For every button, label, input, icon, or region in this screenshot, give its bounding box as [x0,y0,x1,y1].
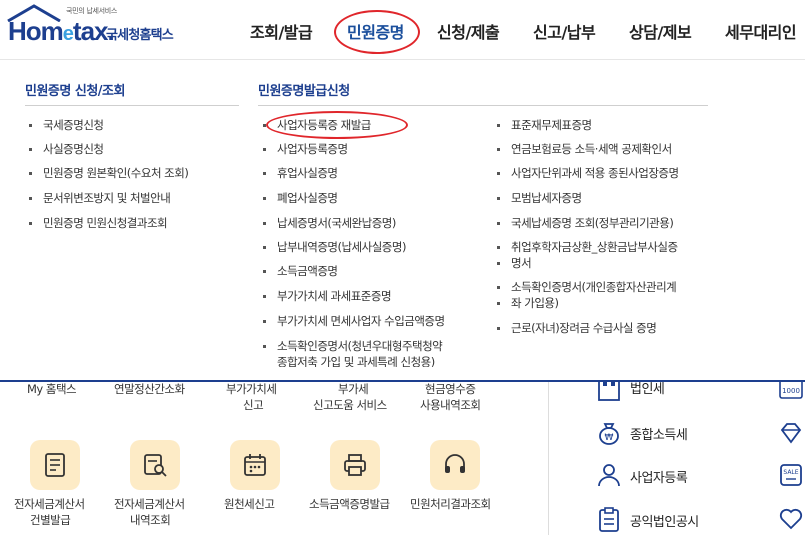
logo-tagline: 국민의 납세서비스 [66,7,118,15]
menu-item[interactable]: 문서위변조방지 및 처벌안내 [28,190,171,206]
right-link-public-corp[interactable]: 공익법인공시 [630,511,699,530]
building-icon [598,382,620,401]
menu-item-continuation[interactable]: 좌 가입용) [496,295,559,311]
svg-text:₩: ₩ [605,433,614,443]
shortcut-cash-receipt[interactable]: 현금영수증 [425,382,476,397]
menu-item[interactable]: 모범납세자증명 [497,190,582,206]
menu-item-continuation[interactable]: 명서 [496,255,532,271]
menu-item[interactable]: 사실증명신청 [28,141,104,157]
menu-item[interactable]: 부가가치세 과세표준증명 [262,288,392,304]
menu-item[interactable]: 납부내역증명(납세사실증명) [263,239,406,255]
menu-item[interactable]: 휴업사실증명 [262,165,338,181]
menu-item[interactable]: 국세납세증명 조회(정부관리기관용) [496,215,674,231]
col1-divider [25,105,239,106]
shortcut-vat-help-line2[interactable]: 신고도움 서비스 [313,398,387,413]
menu-item[interactable]: 민원증명 민원신청결과조회 [28,215,168,231]
right-link-biz-registration[interactable]: 사업자등록 [630,467,688,486]
mega-menu-panel: 민원증명 신청/조회 국세증명신청 사실증명신청 민원증명 원본확인(수요처 조… [0,60,805,380]
menu-item[interactable]: 근로(자녀)장려금 수급사실 증명 [496,320,657,336]
gnb-apply-submit[interactable]: 신청/제출 [437,19,500,43]
menu-item[interactable]: 취업후학자금상환_상환금납부사실증 [497,239,678,255]
quick-label[interactable]: 민원처리결과조회 [410,497,491,512]
menu-item[interactable]: 민원증명 원본확인(수요처 조회) [28,165,189,181]
person-icon [598,464,620,487]
site-header: 국민의 납세서비스 Hometax. 국세청홈택스 조회/발급 민원증명 신청/… [0,0,805,60]
gnb-report-pay[interactable]: 신고/납부 [533,19,596,43]
heart-icon [779,508,803,530]
quick-label-line2[interactable]: 내역조회 [130,513,171,528]
menu-item[interactable]: 소득금액증명 [262,263,338,279]
shortcut-cash-receipt-line2[interactable]: 사용내역조회 [420,398,481,413]
quick-label[interactable]: 전자세금계산서 [14,497,85,512]
printer-icon[interactable] [330,440,380,490]
invoice-icon[interactable] [30,440,80,490]
menu-item[interactable]: 납세증명서(국세완납증명) [263,215,396,231]
invoice-search-icon[interactable] [130,440,180,490]
right-link-corp-tax[interactable]: 법인세 [630,382,665,397]
right-link-income-tax[interactable]: 종합소득세 [630,424,688,443]
col2-title: 민원증명발급신청 [258,84,350,99]
diamond-icon [780,423,802,444]
headset-icon[interactable] [430,440,480,490]
svg-text:SALE: SALE [783,469,798,476]
menu-item[interactable]: 소득확인증명서(청년우대형주택청약 [262,338,443,354]
menu-item[interactable]: 부가가치세 면세사업자 수입금액증명 [263,313,445,329]
quick-label-line2[interactable]: 건별발급 [30,513,71,528]
shortcut-year-end[interactable]: 연말정산간소화 [114,382,185,397]
shortcut-vat-line2[interactable]: 신고 [243,398,264,413]
sale-tag-icon: SALE [780,464,802,486]
shortcut-vat-help[interactable]: 부가세 [338,382,369,397]
highlight-circle-item [266,111,408,139]
menu-item[interactable]: 소득확인증명서(개인종합자산관리계 [496,279,677,295]
quick-label[interactable]: 전자세금계산서 [114,497,185,512]
quick-label[interactable]: 소득금액증명발급 [309,497,390,512]
menu-item[interactable]: 국세증명신청 [28,117,104,133]
menu-item[interactable]: 사업자등록증명 [263,141,348,157]
menu-item[interactable]: 사업자단위과세 적용 종된사업장증명 [497,165,679,181]
clipboard-icon [599,507,619,532]
svg-text:1000: 1000 [782,387,800,395]
menu-item[interactable]: 폐업사실증명 [262,190,338,206]
hometax-logo[interactable]: 국민의 납세서비스 Hometax. 국세청홈택스 [6,4,191,50]
shortcut-my-hometax[interactable]: My 홈택스 [27,382,77,397]
col1-title: 민원증명 신청/조회 [25,84,125,99]
gnb-inquiry-issue[interactable]: 조회/발급 [250,19,313,43]
column-separator [548,382,549,535]
menu-item[interactable]: 연금보험료등 소득·세액 공제확인서 [497,141,672,157]
logo-brand: Hometax. [8,16,115,46]
col2-divider [258,105,708,106]
receipt-1000-icon: 1000 [779,382,803,399]
calendar-icon[interactable] [230,440,280,490]
main-content-background: My 홈택스 연말정산간소화 부가가치세 신고 부가세 신고도움 서비스 현금영… [0,382,805,535]
shortcut-vat[interactable]: 부가가치세 [226,382,277,397]
quick-label[interactable]: 원천세신고 [224,497,275,512]
logo-korean-name: 국세청홈택스 [106,28,174,43]
highlight-circle [334,10,420,54]
money-bag-icon: ₩ [599,423,619,445]
gnb-consult-report[interactable]: 상담/제보 [629,19,692,43]
gnb-tax-agent[interactable]: 세무대리인 [725,19,797,43]
menu-item-continuation[interactable]: 종합저축 가입 및 과세특례 신청용) [277,354,435,367]
menu-item[interactable]: 표준재무제표증명 [497,117,592,133]
